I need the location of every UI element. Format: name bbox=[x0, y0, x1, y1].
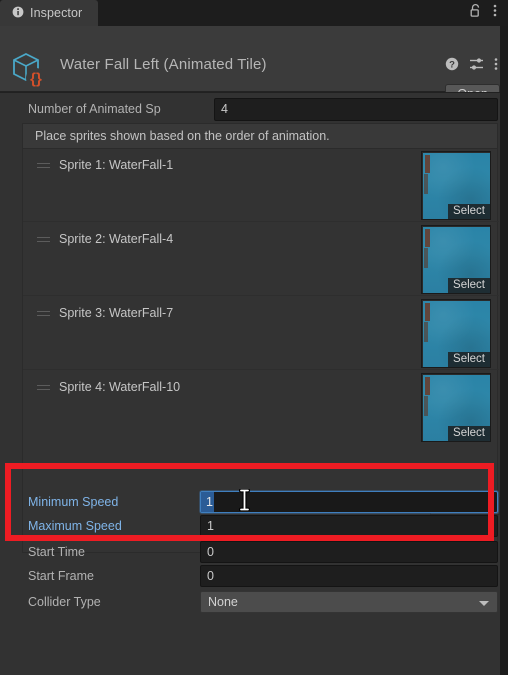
property-row-start-frame: Start Frame 0 bbox=[14, 565, 498, 589]
sprite-row[interactable]: Sprite 4: WaterFall-10 Select bbox=[23, 371, 499, 444]
sprite-thumbnail[interactable]: Select bbox=[421, 373, 491, 442]
maximum-speed-input[interactable]: 1 bbox=[200, 515, 498, 537]
sprite-label: Sprite 1: WaterFall-1 bbox=[59, 158, 174, 172]
sprite-row[interactable]: Sprite 3: WaterFall-7 Select bbox=[23, 297, 499, 370]
select-button[interactable]: Select bbox=[448, 426, 490, 441]
object-title: Water Fall Left (Animated Tile) bbox=[60, 56, 267, 73]
svg-text:{}: {} bbox=[30, 71, 42, 88]
kebab-menu-icon[interactable] bbox=[494, 57, 498, 76]
preset-sliders-icon[interactable] bbox=[469, 57, 484, 76]
info-icon bbox=[12, 6, 24, 21]
sprite-row[interactable]: Sprite 2: WaterFall-4 Select bbox=[23, 223, 499, 296]
help-icon[interactable]: ? bbox=[445, 57, 459, 76]
text-cursor-icon bbox=[238, 488, 251, 512]
maximum-speed-label: Maximum Speed bbox=[28, 519, 122, 533]
tab-inspector[interactable]: Inspector bbox=[0, 0, 99, 26]
tab-bar-actions bbox=[469, 0, 508, 26]
drag-handle-icon[interactable] bbox=[37, 237, 50, 246]
sprite-preview-detail bbox=[424, 322, 428, 342]
object-header: {} Water Fall Left (Animated Tile) ? bbox=[0, 26, 508, 104]
right-gutter bbox=[500, 26, 508, 675]
drag-handle-icon[interactable] bbox=[37, 163, 50, 172]
number-of-animated-sprites-input[interactable]: 4 bbox=[214, 98, 498, 121]
minimum-speed-value: 1 bbox=[201, 492, 214, 512]
property-row-start-time: Start Time 0 bbox=[14, 541, 498, 565]
sprite-preview-detail bbox=[424, 396, 428, 416]
kebab-menu-icon[interactable] bbox=[493, 3, 497, 23]
tab-bar-spacer bbox=[98, 0, 469, 26]
property-row-collider-type: Collider Type None bbox=[14, 591, 498, 615]
select-button[interactable]: Select bbox=[448, 352, 490, 367]
start-frame-label: Start Frame bbox=[28, 569, 94, 583]
drag-handle-icon[interactable] bbox=[37, 385, 50, 394]
collider-type-value: None bbox=[208, 595, 238, 609]
help-box: Place sprites shown based on the order o… bbox=[22, 123, 498, 149]
select-button[interactable]: Select bbox=[448, 204, 490, 219]
sprite-preview-detail bbox=[425, 229, 430, 247]
start-time-input[interactable]: 0 bbox=[200, 541, 498, 563]
sprite-label: Sprite 2: WaterFall-4 bbox=[59, 232, 174, 246]
svg-text:?: ? bbox=[449, 60, 455, 71]
start-time-label: Start Time bbox=[28, 545, 85, 559]
sprite-row[interactable]: Sprite 1: WaterFall-1 Select bbox=[23, 149, 499, 222]
sprite-thumbnail[interactable]: Select bbox=[421, 151, 491, 220]
sprite-thumbnail[interactable]: Select bbox=[421, 225, 491, 294]
tab-bar: Inspector bbox=[0, 0, 508, 26]
sprite-preview-detail bbox=[425, 303, 430, 321]
start-frame-input[interactable]: 0 bbox=[200, 565, 498, 587]
chevron-down-icon bbox=[479, 601, 489, 606]
collider-type-dropdown[interactable]: None bbox=[200, 591, 498, 613]
drag-handle-icon[interactable] bbox=[37, 311, 50, 320]
sprite-label: Sprite 3: WaterFall-7 bbox=[59, 306, 174, 320]
sprite-preview-detail bbox=[424, 174, 428, 194]
tab-label: Inspector bbox=[30, 6, 83, 20]
sprite-preview-detail bbox=[424, 248, 428, 268]
sprite-preview-detail bbox=[425, 155, 430, 173]
sprite-preview-detail bbox=[425, 377, 430, 395]
inspector-window: Inspector {} Water Fall Left (Animated T… bbox=[0, 0, 508, 675]
collider-type-label: Collider Type bbox=[28, 595, 101, 609]
object-header-actions: ? bbox=[445, 57, 498, 76]
select-button[interactable]: Select bbox=[448, 278, 490, 293]
number-of-animated-sprites-label: Number of Animated Sp bbox=[28, 102, 161, 116]
scriptable-object-cube-icon: {} bbox=[10, 50, 54, 90]
sprite-thumbnail[interactable]: Select bbox=[421, 299, 491, 368]
inspector-body: Number of Animated Sp 4 Place sprites sh… bbox=[0, 92, 508, 675]
property-row-minimum-speed: Minimum Speed 1 bbox=[14, 491, 498, 515]
property-row-maximum-speed: Maximum Speed 1 bbox=[14, 515, 498, 539]
lock-icon[interactable] bbox=[469, 3, 482, 23]
number-of-animated-sprites-row: Number of Animated Sp 4 bbox=[14, 98, 498, 121]
minimum-speed-label: Minimum Speed bbox=[28, 495, 119, 509]
sprite-label: Sprite 4: WaterFall-10 bbox=[59, 380, 181, 394]
